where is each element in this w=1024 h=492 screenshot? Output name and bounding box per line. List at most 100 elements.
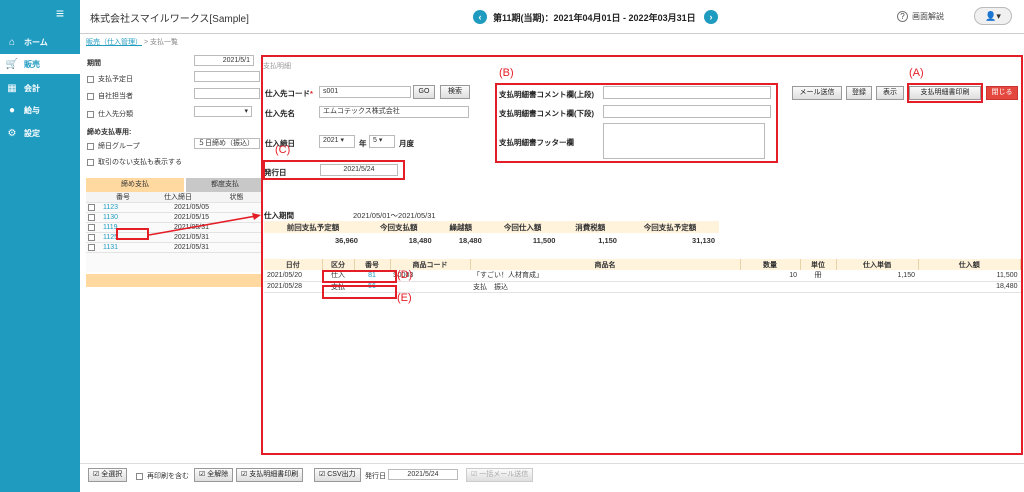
include-reprint-option[interactable]: 再印刷を含む <box>136 471 189 481</box>
breadcrumb: 販売（仕入管理） > 支払一覧 <box>86 37 178 47</box>
category-label: 仕入先分類 <box>98 111 133 118</box>
gear-icon: ⚙ <box>7 127 17 139</box>
user-menu-button[interactable]: 👤▾ <box>974 7 1012 25</box>
bulk-mail-label: 一括メール送信 <box>479 471 529 478</box>
search-button[interactable]: 検索 <box>440 85 470 99</box>
breadcrumb-current: 支払一覧 <box>149 39 178 46</box>
sidebar-item-home[interactable]: ⌂ ホーム <box>0 32 80 52</box>
register-button[interactable]: 登録 <box>846 86 872 100</box>
detail-unit: 冊 <box>800 270 836 282</box>
mail-send-button[interactable]: メール送信 <box>792 86 842 100</box>
calculator-icon: ▦ <box>7 82 17 94</box>
footer-issue-label: 発行日 <box>365 473 386 480</box>
go-button[interactable]: GO <box>413 85 435 99</box>
show-no-trans-filter[interactable]: 取引のない支払も表示する <box>87 157 182 167</box>
detail-name: 支払 振込 <box>470 281 740 293</box>
sidebar-item-label: ホーム <box>24 37 48 47</box>
category-checkbox[interactable] <box>87 110 94 118</box>
staff-filter[interactable]: 自社担当者 <box>87 91 133 101</box>
required-mark: * <box>310 89 313 98</box>
include-reprint-checkbox[interactable] <box>136 472 143 480</box>
sidebar-item-label: 給与 <box>24 105 40 115</box>
payment-number-link[interactable]: 1123 <box>101 202 145 213</box>
prev-period-icon[interactable]: ‹ <box>473 10 487 24</box>
sidebar-item-settings[interactable]: ⚙ 設定 <box>0 123 80 143</box>
summary-value: 36,960 <box>335 235 358 245</box>
company-name: 株式会社スマイルワークス[Sample] <box>90 14 249 25</box>
breadcrumb-link[interactable]: 販売（仕入管理） <box>86 39 142 46</box>
csv-export-button[interactable]: ☑ CSV出力 <box>314 468 361 482</box>
sidebar-item-accounting[interactable]: ▦ 会計 <box>0 78 80 98</box>
due-date-input[interactable] <box>194 71 260 82</box>
select-all-button[interactable]: ☑ 全選択 <box>88 468 128 482</box>
payment-number-link[interactable]: 1131 <box>101 242 145 253</box>
detail-amount: 11,500 <box>918 270 1021 282</box>
closing-heading: 締め支払専用: <box>87 129 132 136</box>
tab-each-payment[interactable]: 都度支払 <box>186 178 264 192</box>
help-button[interactable]: ? 画面解説 <box>897 11 944 22</box>
bulk-print-button[interactable]: ☑ 支払明細書印刷 <box>236 468 304 482</box>
purchase-period-value: 2021/05/01～2021/05/31 <box>353 211 436 220</box>
hamburger-icon[interactable]: ≡ <box>52 6 68 20</box>
detail-header: 商品名 <box>470 259 741 270</box>
close-button[interactable]: 閉じる <box>986 86 1018 100</box>
sidebar-item-sales[interactable]: 🛒 販売 <box>0 54 80 74</box>
display-button[interactable]: 表示 <box>876 86 904 100</box>
deselect-all-label: 全解除 <box>207 471 229 478</box>
month-select[interactable]: 5 ▾ <box>369 135 395 148</box>
year-select[interactable]: 2021 ▾ <box>319 135 355 148</box>
row-checkbox[interactable] <box>88 213 95 221</box>
supplier-code-input[interactable]: s001 <box>319 86 411 98</box>
cart-icon: 🛒 <box>5 58 19 70</box>
due-date-filter[interactable]: 支払予定日 <box>87 74 133 84</box>
table-row[interactable]: 1131 2021/05/31 <box>86 242 262 253</box>
include-reprint-label: 再印刷を含む <box>147 473 189 480</box>
row-checkbox[interactable] <box>88 203 95 211</box>
deselect-all-button[interactable]: ☑ 全解除 <box>194 468 234 482</box>
check-icon: ☑ <box>93 471 102 478</box>
header: 株式会社スマイルワークス[Sample] ‹ 第11期(当期)：2021年04月… <box>80 0 1024 34</box>
closing-group-checkbox[interactable] <box>87 142 94 150</box>
detail-date: 2021/05/28 <box>264 281 322 293</box>
due-date-checkbox[interactable] <box>87 75 94 83</box>
month-value: 5 <box>373 137 377 144</box>
question-icon: ? <box>897 11 908 22</box>
staff-checkbox[interactable] <box>87 92 94 100</box>
annotation-label-d: (D) <box>397 269 413 281</box>
row-checkbox[interactable] <box>88 243 95 251</box>
closing-group-filter[interactable]: 締日グループ <box>87 141 140 151</box>
staff-input[interactable] <box>194 88 260 99</box>
detail-amount: 18,480 <box>918 281 1021 293</box>
due-date-label: 支払予定日 <box>98 76 133 83</box>
year-unit: 年 <box>359 139 367 148</box>
help-label: 画面解説 <box>912 12 944 21</box>
row-checkbox[interactable] <box>88 233 95 241</box>
summary-table: 前回支払予定額 今回支払額 繰越額 今回仕入額 消費税額 今回支払予定額 36,… <box>264 221 719 247</box>
tab-closing-payment[interactable]: 締め支払 <box>86 178 184 192</box>
summary-header: 前回支払予定額 <box>264 221 362 233</box>
summary-header: 消費税額 <box>559 221 621 233</box>
payment-number-link[interactable]: 1130 <box>101 212 145 223</box>
annotation-box-d <box>322 270 397 283</box>
summary-value: 31,130 <box>692 235 715 245</box>
closing-group-select[interactable]: ５日締め（振込） <box>194 138 260 149</box>
category-select[interactable]: ▾ <box>194 106 252 117</box>
footer-issue-date-input[interactable]: 2021/5/24 <box>388 469 458 480</box>
sidebar-item-label: 設定 <box>24 128 40 138</box>
annotation-arrow <box>148 213 261 236</box>
annotation-box-c <box>263 160 405 180</box>
bulk-mail-button[interactable]: ☑ 一括メール送信 <box>466 468 534 482</box>
show-no-trans-checkbox[interactable] <box>87 158 94 166</box>
detail-name: 「すごい！人材育成」 <box>470 270 740 282</box>
summary-header: 今回支払予定額 <box>620 221 719 233</box>
detail-header: 数量 <box>740 259 801 270</box>
supplier-name-label: 仕入先名 <box>265 109 295 118</box>
period-input[interactable]: 2021/5/1 <box>194 55 254 66</box>
next-period-icon[interactable]: › <box>704 10 718 24</box>
supplier-name-input[interactable]: エムコテックス株式会社 <box>319 106 469 118</box>
row-checkbox[interactable] <box>88 223 95 231</box>
year-value: 2021 <box>323 137 339 144</box>
detail-qty <box>740 281 800 293</box>
category-filter[interactable]: 仕入先分類 <box>87 109 133 119</box>
sidebar-item-payroll[interactable]: ● 給与 <box>0 100 80 120</box>
